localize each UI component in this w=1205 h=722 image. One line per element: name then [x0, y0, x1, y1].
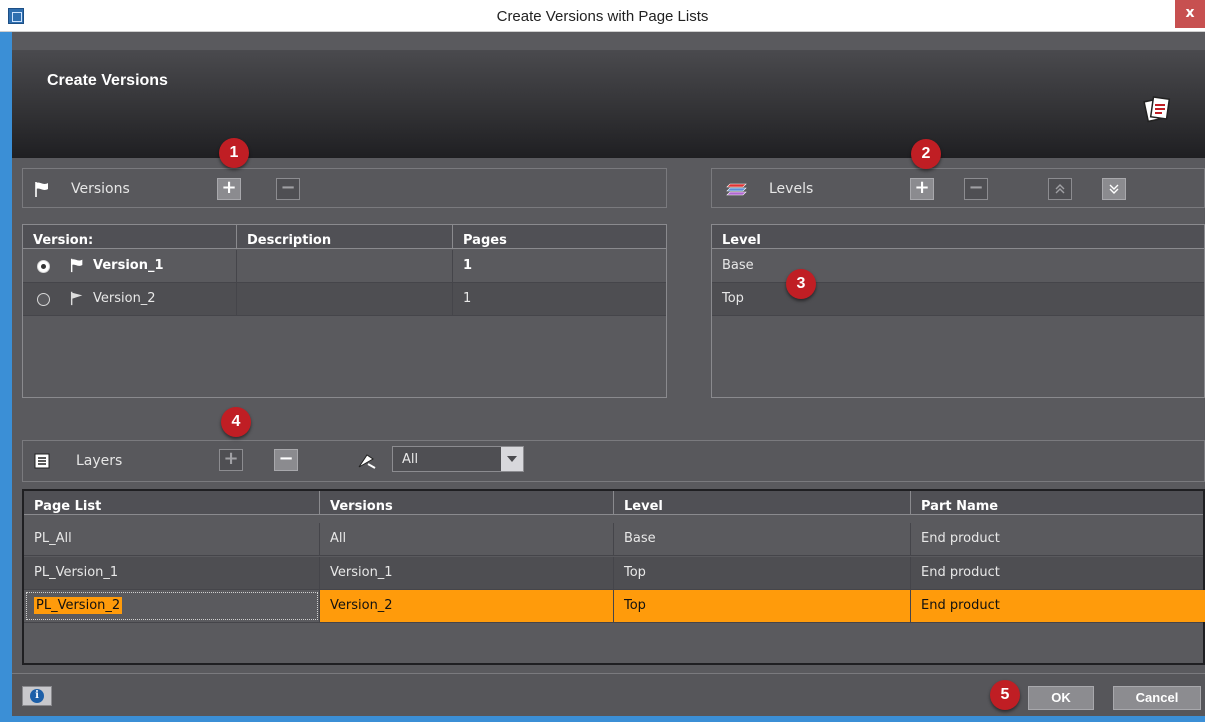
levels-panel-header: Levels + − [711, 168, 1205, 208]
version-name: Version_2 [93, 291, 156, 306]
column-header-level[interactable]: Level [614, 491, 911, 514]
add-version-button[interactable]: + [217, 178, 241, 200]
versions-cell[interactable]: All [320, 523, 614, 555]
flag-icon [70, 291, 83, 306]
chevron-down-icon[interactable] [501, 447, 523, 471]
levels-table: Level Base Top [711, 224, 1205, 398]
column-header-level[interactable]: Level [712, 225, 1204, 248]
layer-row-selected[interactable]: PL_Version_2 Version_2 Top End product [24, 590, 1205, 623]
column-header-versions[interactable]: Versions [320, 491, 614, 514]
callout-badge-1: 1 [219, 138, 249, 168]
layers-panel-header: Layers + − [22, 440, 1205, 482]
version-row[interactable]: Version_1 1 [23, 250, 666, 283]
dialog-footer: i OK Cancel [12, 673, 1205, 716]
version-name: Version_1 [93, 258, 164, 273]
callout-badge-4: 4 [221, 407, 251, 437]
remove-layer-button[interactable]: − [274, 449, 298, 471]
layer-row[interactable]: PL_Version_1 Version_1 Top End product [24, 557, 1203, 590]
remove-version-button[interactable]: − [276, 178, 300, 200]
versions-panel-header: Versions + − [22, 168, 667, 208]
versions-table-header: Version: Description Pages [23, 225, 666, 249]
chevron-double-up-icon [1055, 184, 1065, 194]
add-level-button[interactable]: + [910, 178, 934, 200]
filter-icon [358, 454, 376, 469]
column-header-description[interactable]: Description [237, 225, 453, 248]
dialog-header: Create Versions [12, 50, 1205, 158]
version-name-cell[interactable]: Version_2 [23, 283, 237, 315]
levels-icon [726, 183, 747, 196]
window-border-left [0, 32, 12, 722]
versions-cell[interactable]: Version_2 [320, 590, 614, 622]
level-name: Base [722, 258, 754, 273]
version-description-cell[interactable] [237, 283, 453, 315]
level-cell[interactable]: Top [614, 590, 911, 622]
callout-badge-2: 2 [911, 139, 941, 169]
window-border-bottom [12, 716, 1205, 722]
level-row[interactable]: Base [712, 250, 1204, 283]
chevron-double-down-icon [1109, 184, 1119, 194]
version-description-cell[interactable] [237, 250, 453, 282]
part-name-cell[interactable]: End product [911, 523, 1205, 555]
version-name-cell[interactable]: Version_1 [23, 250, 237, 282]
versions-cell[interactable]: Version_1 [320, 557, 614, 589]
part-name-cell[interactable]: End product [911, 557, 1205, 589]
page-list-logo-icon [1143, 96, 1171, 123]
versions-label: Versions [71, 181, 130, 197]
layers-list-icon [34, 453, 50, 469]
layers-table-header: Page List Versions Level Part Name [24, 491, 1203, 515]
window-title: Create Versions with Page Lists [496, 8, 709, 25]
version-row[interactable]: Version_2 1 [23, 283, 666, 316]
layers-label: Layers [76, 453, 123, 469]
info-icon: i [30, 689, 44, 703]
versions-table: Version: Description Pages Version_1 1 V… [22, 224, 667, 398]
version-pages-cell: 1 [463, 291, 472, 306]
move-level-up-button[interactable] [1048, 178, 1072, 200]
levels-label: Levels [769, 181, 814, 197]
version-radio[interactable] [37, 293, 50, 306]
level-cell[interactable]: Base [614, 523, 911, 555]
title-bar: Create Versions with Page Lists x [0, 0, 1205, 32]
callout-badge-5: 5 [990, 680, 1020, 710]
version-filter-value: All [402, 452, 419, 467]
flag-icon [35, 182, 48, 197]
layers-table: Page List Versions Level Part Name PL_Al… [22, 489, 1205, 665]
version-filter-select[interactable]: All [392, 446, 524, 472]
move-level-down-button[interactable] [1102, 178, 1126, 200]
close-button[interactable]: x [1175, 0, 1205, 28]
column-header-pages[interactable]: Pages [453, 225, 666, 248]
dialog-heading: Create Versions [47, 72, 168, 89]
callout-badge-3: 3 [786, 269, 816, 299]
remove-level-button[interactable]: − [964, 178, 988, 200]
page-list-cell[interactable]: PL_Version_1 [24, 557, 320, 589]
version-radio[interactable] [37, 260, 50, 273]
ok-button[interactable]: OK [1028, 686, 1094, 710]
part-name-cell[interactable]: End product [911, 590, 1205, 622]
page-list-cell-editing[interactable]: PL_Version_2 [24, 590, 320, 622]
level-cell[interactable]: Top [614, 557, 911, 589]
layer-row[interactable]: PL_All All Base End product [24, 523, 1203, 556]
column-header-part-name[interactable]: Part Name [911, 491, 1205, 514]
column-header-page-list[interactable]: Page List [24, 491, 320, 514]
page-list-cell[interactable]: PL_All [24, 523, 320, 555]
add-layer-button[interactable]: + [219, 449, 243, 471]
info-button[interactable]: i [22, 686, 52, 706]
flag-icon [70, 258, 83, 273]
levels-table-header: Level [712, 225, 1204, 249]
cancel-button[interactable]: Cancel [1113, 686, 1201, 710]
column-header-version[interactable]: Version: [23, 225, 237, 248]
page-list-name-highlighted[interactable]: PL_Version_2 [34, 597, 123, 614]
version-pages-cell: 1 [463, 258, 473, 273]
